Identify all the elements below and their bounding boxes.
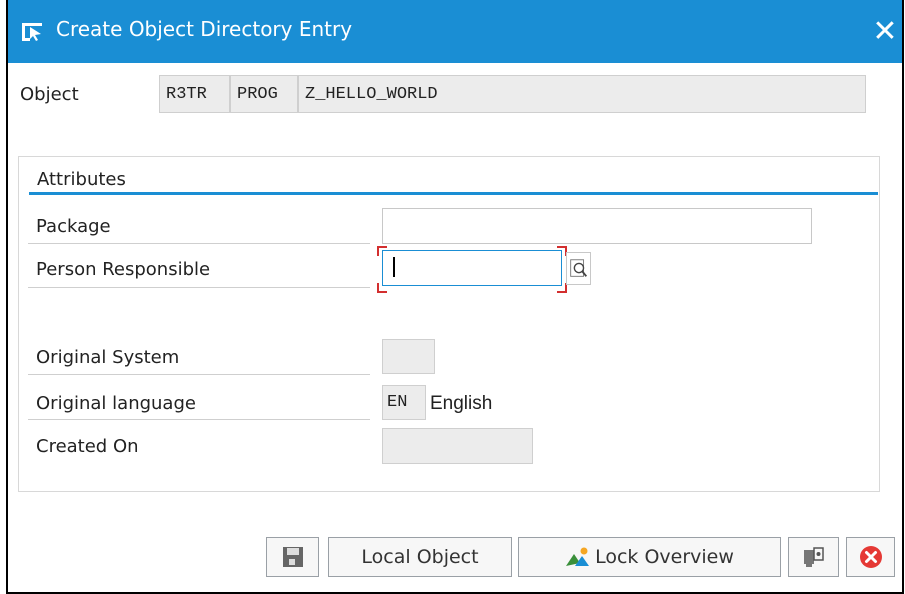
- row-divider: [28, 243, 370, 244]
- package-input[interactable]: [382, 208, 812, 244]
- original-language-label: Original language: [36, 393, 196, 414]
- search-icon: [570, 259, 588, 277]
- created-on-field: [382, 428, 533, 464]
- person-responsible-label: Person Responsible: [36, 259, 211, 280]
- text-caret: [393, 257, 395, 277]
- original-language-code: EN: [382, 385, 426, 420]
- original-system-field: [382, 339, 435, 374]
- lock-overview-label: Lock Overview: [595, 546, 734, 568]
- person-responsible-input[interactable]: [382, 250, 562, 286]
- cancel-icon: [859, 546, 882, 568]
- created-on-label: Created On: [36, 436, 139, 457]
- object-label: Object: [20, 84, 79, 105]
- object-pgmid-field: R3TR: [159, 75, 230, 113]
- value-help-icon[interactable]: [566, 252, 591, 285]
- focus-corner: [377, 283, 387, 293]
- dialog: Create Object Directory Entry ✕ Object R…: [6, 0, 904, 594]
- save-icon: [282, 547, 303, 567]
- attributes-title: Attributes: [37, 169, 126, 190]
- original-language-name: English: [430, 393, 493, 414]
- dialog-icon: [22, 23, 42, 41]
- row-divider: [28, 287, 370, 288]
- title-bar: Create Object Directory Entry ✕: [8, 0, 902, 63]
- lock-overview-icon: [566, 547, 590, 566]
- object-type-field: PROG: [230, 75, 298, 113]
- local-object-button[interactable]: Local Object: [328, 537, 512, 577]
- help-icon: [803, 547, 824, 567]
- help-button[interactable]: [788, 537, 839, 577]
- dialog-title: Create Object Directory Entry: [56, 17, 353, 41]
- original-system-label: Original System: [36, 347, 180, 368]
- row-divider: [28, 374, 370, 375]
- attributes-header: Attributes: [29, 157, 878, 195]
- cancel-button[interactable]: [846, 537, 895, 577]
- package-label: Package: [36, 216, 111, 237]
- close-icon[interactable]: ✕: [868, 15, 902, 49]
- row-divider: [28, 419, 370, 420]
- save-button[interactable]: [266, 537, 319, 577]
- focus-corner: [377, 246, 387, 256]
- object-name-field: Z_HELLO_WORLD: [298, 75, 866, 113]
- lock-overview-button[interactable]: Lock Overview: [518, 537, 781, 577]
